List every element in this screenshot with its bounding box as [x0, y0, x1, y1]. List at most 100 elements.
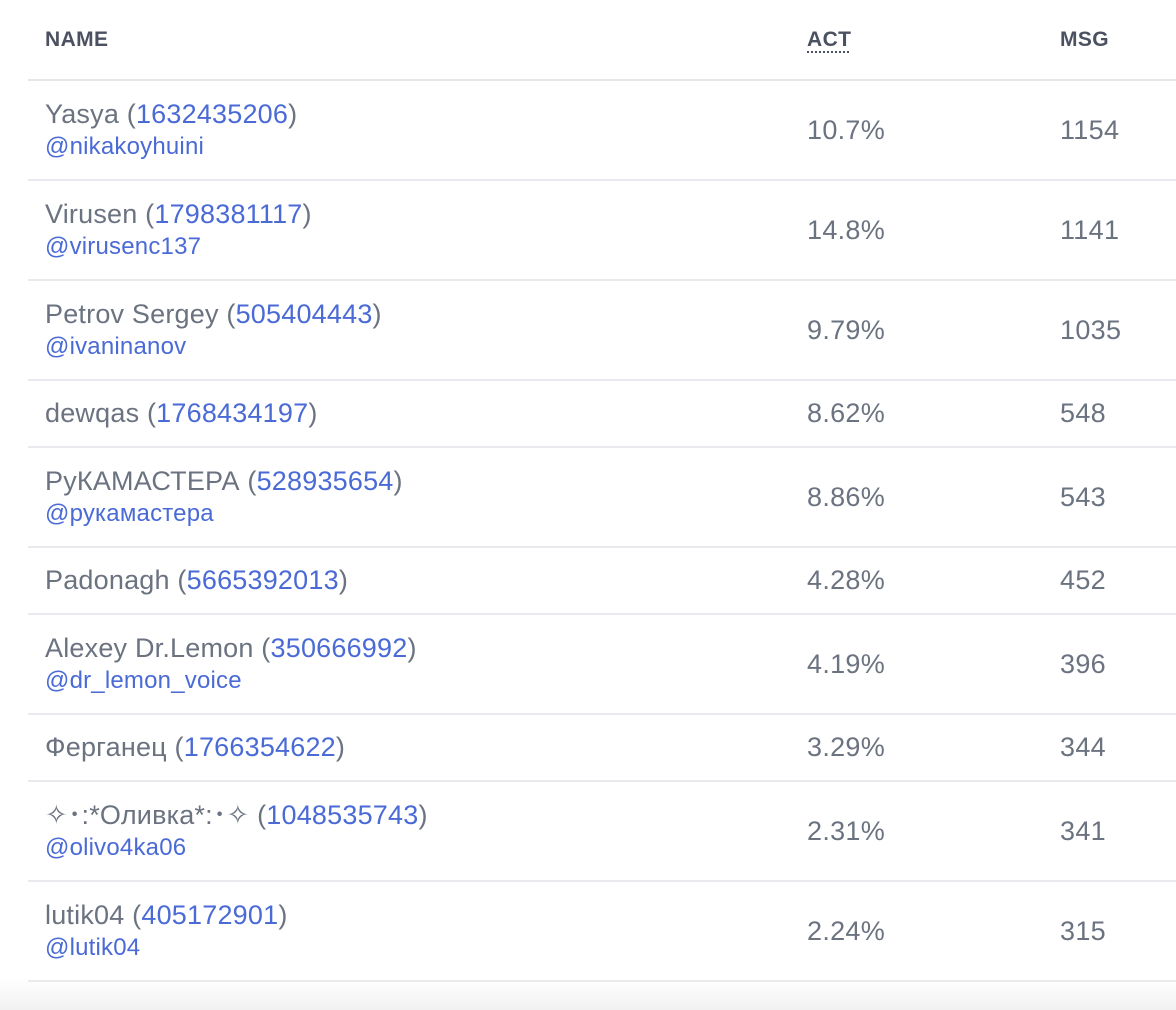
paren-open: (	[218, 299, 236, 329]
table-row: dewqas (1768434197) 8.62% 548	[28, 380, 1176, 448]
activity-cell: 3.29%	[790, 714, 1043, 782]
table-body: Yasya (1632435206) @nikakoyhuini 10.7% 1154…	[28, 80, 1176, 982]
name-cell: lutik04 (405172901) @lutik04	[28, 881, 790, 982]
table-row: Alexey Dr.Lemon (350666992) @dr_lemon_voi…	[28, 614, 1176, 715]
username-link[interactable]: @рукамастера	[45, 500, 214, 527]
display-name: РуКАМАСТЕРА	[45, 466, 240, 496]
username-line: @virusenc137	[45, 232, 790, 262]
name-cell: Petrov Sergey (505404443) @ivaninanov	[28, 280, 790, 381]
activity-cell: 8.86%	[790, 447, 1043, 548]
activity-cell: 2.31%	[790, 781, 1043, 882]
message-count-cell: 315	[1043, 881, 1176, 982]
header-row: NAME ACT MSG	[28, 0, 1176, 81]
username-link[interactable]: @lutik04	[45, 934, 140, 961]
username-line: @dr_lemon_voice	[45, 666, 790, 696]
username-line: @nikakoyhuini	[45, 132, 790, 162]
paren-open: (	[253, 633, 271, 663]
user-id-link[interactable]: 1632435206	[136, 99, 288, 129]
message-count-cell: 452	[1043, 547, 1176, 615]
paren-close: )	[302, 199, 312, 229]
paren-open: (	[166, 732, 184, 762]
paren-close: )	[338, 565, 349, 595]
act-abbreviation[interactable]: ACT	[807, 28, 851, 51]
user-id-link[interactable]: 505404443	[236, 299, 373, 329]
user-id-link[interactable]: 528935654	[257, 466, 394, 496]
name-cell: РуКАМАСТЕРА (528935654) @рукамастера	[28, 447, 790, 548]
table-row: ✧･:*Оливка*:･✧ (1048535743) @olivo4ka06 2.…	[28, 781, 1176, 882]
column-header-name[interactable]: NAME	[28, 0, 790, 81]
username-link[interactable]: @ivaninanov	[45, 333, 186, 360]
paren-open: (	[249, 800, 267, 830]
user-id-link[interactable]: 1768434197	[156, 398, 308, 428]
username-line: @lutik04	[45, 933, 790, 963]
activity-cell: 9.79%	[790, 280, 1043, 381]
name-line: lutik04 (405172901)	[45, 899, 790, 932]
user-id-link[interactable]: 350666992	[271, 633, 408, 663]
username-link[interactable]: @virusenc137	[45, 233, 201, 260]
paren-open: (	[119, 99, 136, 129]
username-line: @olivo4ka06	[45, 833, 790, 863]
column-header-act[interactable]: ACT	[790, 0, 1043, 81]
message-count-cell: 1154	[1043, 80, 1176, 181]
name-line: Padonagh (5665392013)	[45, 564, 790, 597]
message-count-cell: 341	[1043, 781, 1176, 882]
name-cell: Alexey Dr.Lemon (350666992) @dr_lemon_voi…	[28, 614, 790, 715]
display-name: Virusen	[45, 199, 138, 229]
user-id-link[interactable]: 5665392013	[187, 565, 339, 595]
paren-close: )	[407, 633, 417, 663]
name-line: Virusen (1798381117)	[45, 198, 790, 231]
paren-open: (	[137, 199, 155, 229]
paren-open: (	[139, 398, 157, 428]
table-row: РуКАМАСТЕРА (528935654) @рукамастера 8.86%…	[28, 447, 1176, 548]
name-line: Alexey Dr.Lemon (350666992)	[45, 632, 790, 665]
paren-close: )	[372, 299, 382, 329]
message-count-cell: 1035	[1043, 280, 1176, 381]
name-line: Yasya (1632435206)	[45, 98, 790, 131]
paren-close: )	[278, 900, 288, 930]
activity-cell: 2.24%	[790, 881, 1043, 982]
message-count-cell: 396	[1043, 614, 1176, 715]
name-line: dewqas (1768434197)	[45, 397, 790, 430]
paren-open: (	[169, 565, 187, 595]
paren-close: )	[393, 466, 403, 496]
stats-table: NAME ACT MSG Yasya (1632435206) @nikakoyh…	[28, 0, 1176, 982]
paren-close: )	[308, 398, 318, 428]
bottom-fade	[0, 978, 1176, 1010]
username-line: @ivaninanov	[45, 332, 790, 362]
name-line: РуКАМАСТЕРА (528935654)	[45, 465, 790, 498]
table-header: NAME ACT MSG	[28, 0, 1176, 81]
user-id-link[interactable]: 1798381117	[154, 199, 302, 229]
name-cell: ✧･:*Оливка*:･✧ (1048535743) @olivo4ka06	[28, 781, 790, 882]
table-row: Ферганец (1766354622) 3.29% 344	[28, 714, 1176, 782]
username-line: @рукамастера	[45, 499, 790, 529]
name-cell: Virusen (1798381117) @virusenc137	[28, 180, 790, 281]
name-cell: dewqas (1768434197)	[28, 380, 790, 448]
activity-cell: 10.7%	[790, 80, 1043, 181]
username-link[interactable]: @olivo4ka06	[45, 834, 186, 861]
message-count-cell: 548	[1043, 380, 1176, 448]
user-id-link[interactable]: 1766354622	[184, 732, 336, 762]
message-count-cell: 344	[1043, 714, 1176, 782]
name-cell: Padonagh (5665392013)	[28, 547, 790, 615]
name-line: Ферганец (1766354622)	[45, 731, 790, 764]
paren-close: )	[335, 732, 346, 762]
name-cell: Yasya (1632435206) @nikakoyhuini	[28, 80, 790, 181]
activity-cell: 14.8%	[790, 180, 1043, 281]
message-count-cell: 1141	[1043, 180, 1176, 281]
table-row: lutik04 (405172901) @lutik04 2.24% 315	[28, 881, 1176, 982]
paren-open: (	[239, 466, 257, 496]
display-name: dewqas	[45, 398, 140, 428]
message-count-cell: 543	[1043, 447, 1176, 548]
display-name: Alexey Dr.Lemon	[45, 633, 254, 663]
username-link[interactable]: @dr_lemon_voice	[45, 667, 242, 694]
column-header-msg[interactable]: MSG	[1043, 0, 1176, 81]
user-id-link[interactable]: 405172901	[141, 900, 278, 930]
username-link[interactable]: @nikakoyhuini	[45, 133, 204, 160]
paren-close: )	[288, 99, 298, 129]
name-line: Petrov Sergey (505404443)	[45, 298, 790, 331]
display-name: Padonagh	[45, 565, 170, 595]
table-row: Yasya (1632435206) @nikakoyhuini 10.7% 1154	[28, 80, 1176, 181]
user-id-link[interactable]: 1048535743	[266, 800, 418, 830]
table-row: Petrov Sergey (505404443) @ivaninanov 9.79…	[28, 280, 1176, 381]
activity-cell: 8.62%	[790, 380, 1043, 448]
